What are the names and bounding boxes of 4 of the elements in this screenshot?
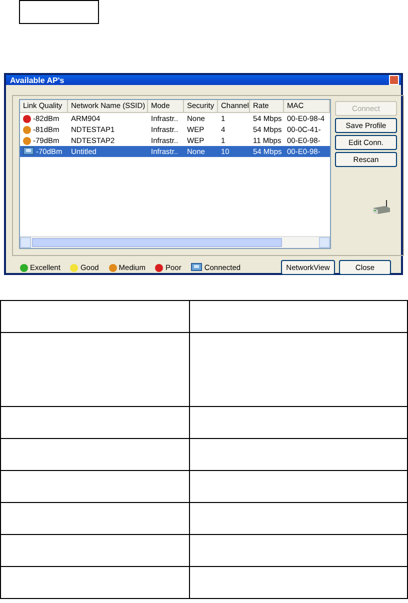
router-icon [371,199,391,215]
window-title: Available AP's [10,76,64,84]
scrollbar[interactable] [20,236,330,248]
close-icon[interactable] [389,75,399,85]
